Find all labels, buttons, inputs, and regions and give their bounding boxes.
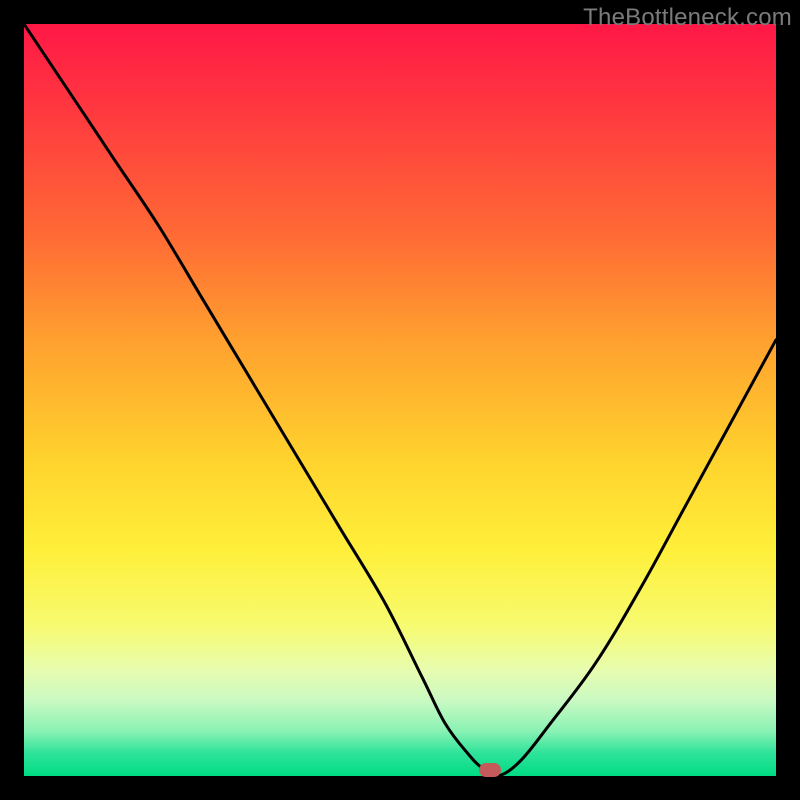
plot-area — [24, 24, 776, 776]
watermark-text: TheBottleneck.com — [583, 4, 792, 32]
optimal-marker — [479, 763, 501, 777]
bottleneck-curve — [24, 24, 776, 776]
chart-frame: TheBottleneck.com — [0, 0, 800, 800]
